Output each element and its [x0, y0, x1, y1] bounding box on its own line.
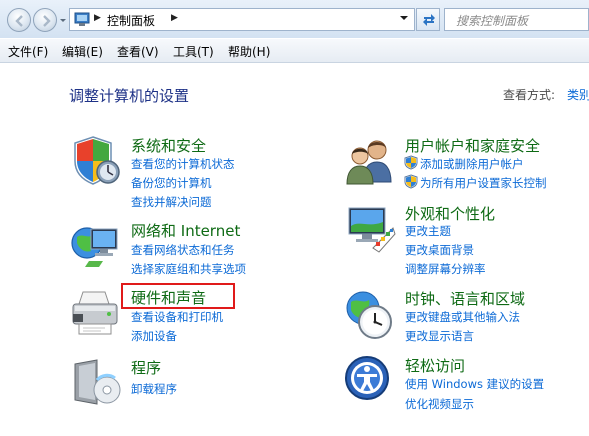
forward-button[interactable]	[33, 8, 57, 32]
link-change-input-method[interactable]: 更改键盘或其他输入法	[405, 309, 520, 325]
page-title: 调整计算机的设置	[69, 87, 190, 105]
search-input[interactable]: 搜索控制面板	[444, 8, 589, 31]
menu-file[interactable]: 文件(F)	[8, 43, 48, 60]
refresh-icon	[423, 14, 435, 26]
uac-shield-icon	[404, 155, 418, 170]
back-button[interactable]	[7, 8, 31, 32]
link-adjust-resolution[interactable]: 调整屏幕分辨率	[405, 261, 486, 277]
breadcrumb-separator[interactable]: ▶	[94, 13, 101, 23]
link-troubleshoot[interactable]: 查找并解决问题	[131, 194, 212, 210]
highlight-annotation-box	[121, 283, 235, 309]
view-by-label: 查看方式:	[503, 88, 556, 102]
link-change-display-language[interactable]: 更改显示语言	[405, 328, 474, 344]
users-icon[interactable]	[343, 134, 397, 188]
programs-icon[interactable]	[69, 356, 123, 410]
link-add-device[interactable]: 添加设备	[131, 328, 177, 344]
link-change-theme[interactable]: 更改主题	[405, 223, 451, 239]
category-ease-of-access[interactable]: 轻松访问	[405, 355, 465, 376]
menu-tools[interactable]: 工具(T)	[173, 43, 214, 60]
link-windows-recommended-settings[interactable]: 使用 Windows 建议的设置	[405, 376, 544, 392]
menu-bar: 文件(F) 编辑(E) 查看(V) 工具(T) 帮助(H)	[0, 39, 589, 63]
printer-icon[interactable]	[69, 286, 123, 340]
address-bar: ▶ 控制面板 ▶ 搜索控制面板	[0, 0, 589, 38]
address-field[interactable]: ▶ 控制面板 ▶	[69, 8, 415, 31]
forward-arrow-icon	[43, 15, 51, 27]
link-change-desktop-background[interactable]: 更改桌面背景	[405, 242, 474, 258]
recent-pages-dropdown-icon[interactable]	[58, 13, 68, 27]
breadcrumb-separator[interactable]: ▶	[171, 13, 178, 23]
address-dropdown-icon[interactable]	[398, 12, 410, 24]
category-network-internet[interactable]: 网络和 Internet	[131, 220, 240, 241]
view-by-dropdown[interactable]: 类别	[567, 86, 589, 103]
link-view-computer-status[interactable]: 查看您的计算机状态	[131, 156, 235, 172]
category-clock-language-region[interactable]: 时钟、语言和区域	[405, 288, 525, 309]
category-appearance[interactable]: 外观和个性化	[405, 203, 495, 224]
category-programs[interactable]: 程序	[131, 357, 161, 378]
ease-of-access-icon[interactable]	[343, 354, 397, 408]
link-backup-computer[interactable]: 备份您的计算机	[131, 175, 212, 191]
link-optimize-video-display[interactable]: 优化视频显示	[405, 396, 474, 412]
link-devices-printers[interactable]: 查看设备和打印机	[131, 309, 223, 325]
link-parental-controls[interactable]: 为所有用户设置家长控制	[420, 175, 547, 191]
refresh-button[interactable]	[416, 8, 440, 31]
link-homegroup-sharing[interactable]: 选择家庭组和共享选项	[131, 261, 246, 277]
monitor-palette-icon[interactable]	[343, 202, 397, 256]
search-placeholder: 搜索控制面板	[456, 14, 529, 28]
network-globe-icon[interactable]	[69, 217, 123, 271]
back-arrow-icon	[15, 15, 23, 27]
uac-shield-icon	[404, 174, 418, 189]
control-panel-icon	[74, 12, 90, 26]
link-add-remove-user[interactable]: 添加或删除用户帐户	[420, 156, 524, 172]
category-system-security[interactable]: 系统和安全	[131, 135, 206, 156]
shield-icon[interactable]	[69, 134, 123, 188]
category-user-accounts[interactable]: 用户帐户和家庭安全	[405, 135, 540, 156]
link-uninstall-program[interactable]: 卸载程序	[131, 381, 177, 397]
menu-help[interactable]: 帮助(H)	[228, 43, 270, 60]
breadcrumb-control-panel[interactable]: 控制面板	[107, 12, 155, 29]
menu-edit[interactable]: 编辑(E)	[62, 43, 103, 60]
menu-view[interactable]: 查看(V)	[117, 43, 159, 60]
clock-globe-icon[interactable]	[343, 288, 397, 342]
link-network-status[interactable]: 查看网络状态和任务	[131, 242, 235, 258]
